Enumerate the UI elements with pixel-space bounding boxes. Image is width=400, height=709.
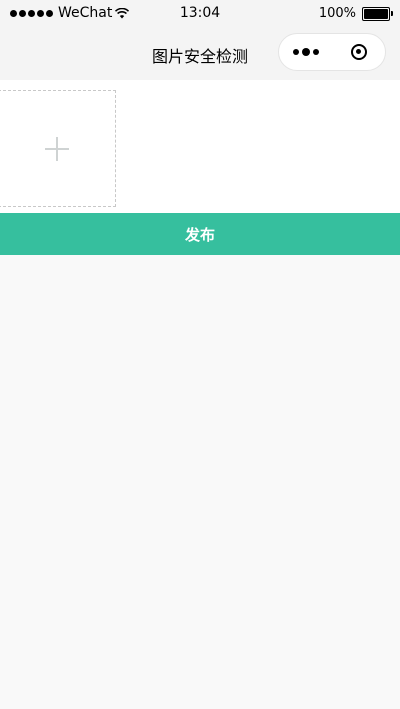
navigation-bar: 图片安全检测 [0, 28, 400, 80]
close-program-button[interactable] [332, 34, 385, 70]
close-circle-icon [350, 44, 367, 60]
publish-button[interactable]: 发布 [0, 213, 400, 255]
status-bar: WeChat 13:04 100% [0, 0, 400, 28]
more-dots-icon-center [301, 48, 310, 56]
more-menu-button[interactable] [279, 34, 332, 70]
content-area [0, 80, 400, 213]
battery-percent: 100% [318, 6, 356, 21]
battery-level [364, 8, 388, 19]
image-upload-box[interactable] [0, 90, 116, 207]
status-right: 100% [318, 6, 393, 21]
more-dots-icon-right [312, 49, 319, 55]
plus-icon [45, 136, 69, 161]
mini-program-capsule [278, 33, 386, 71]
battery-icon [362, 6, 393, 21]
more-dots-icon [292, 49, 299, 55]
